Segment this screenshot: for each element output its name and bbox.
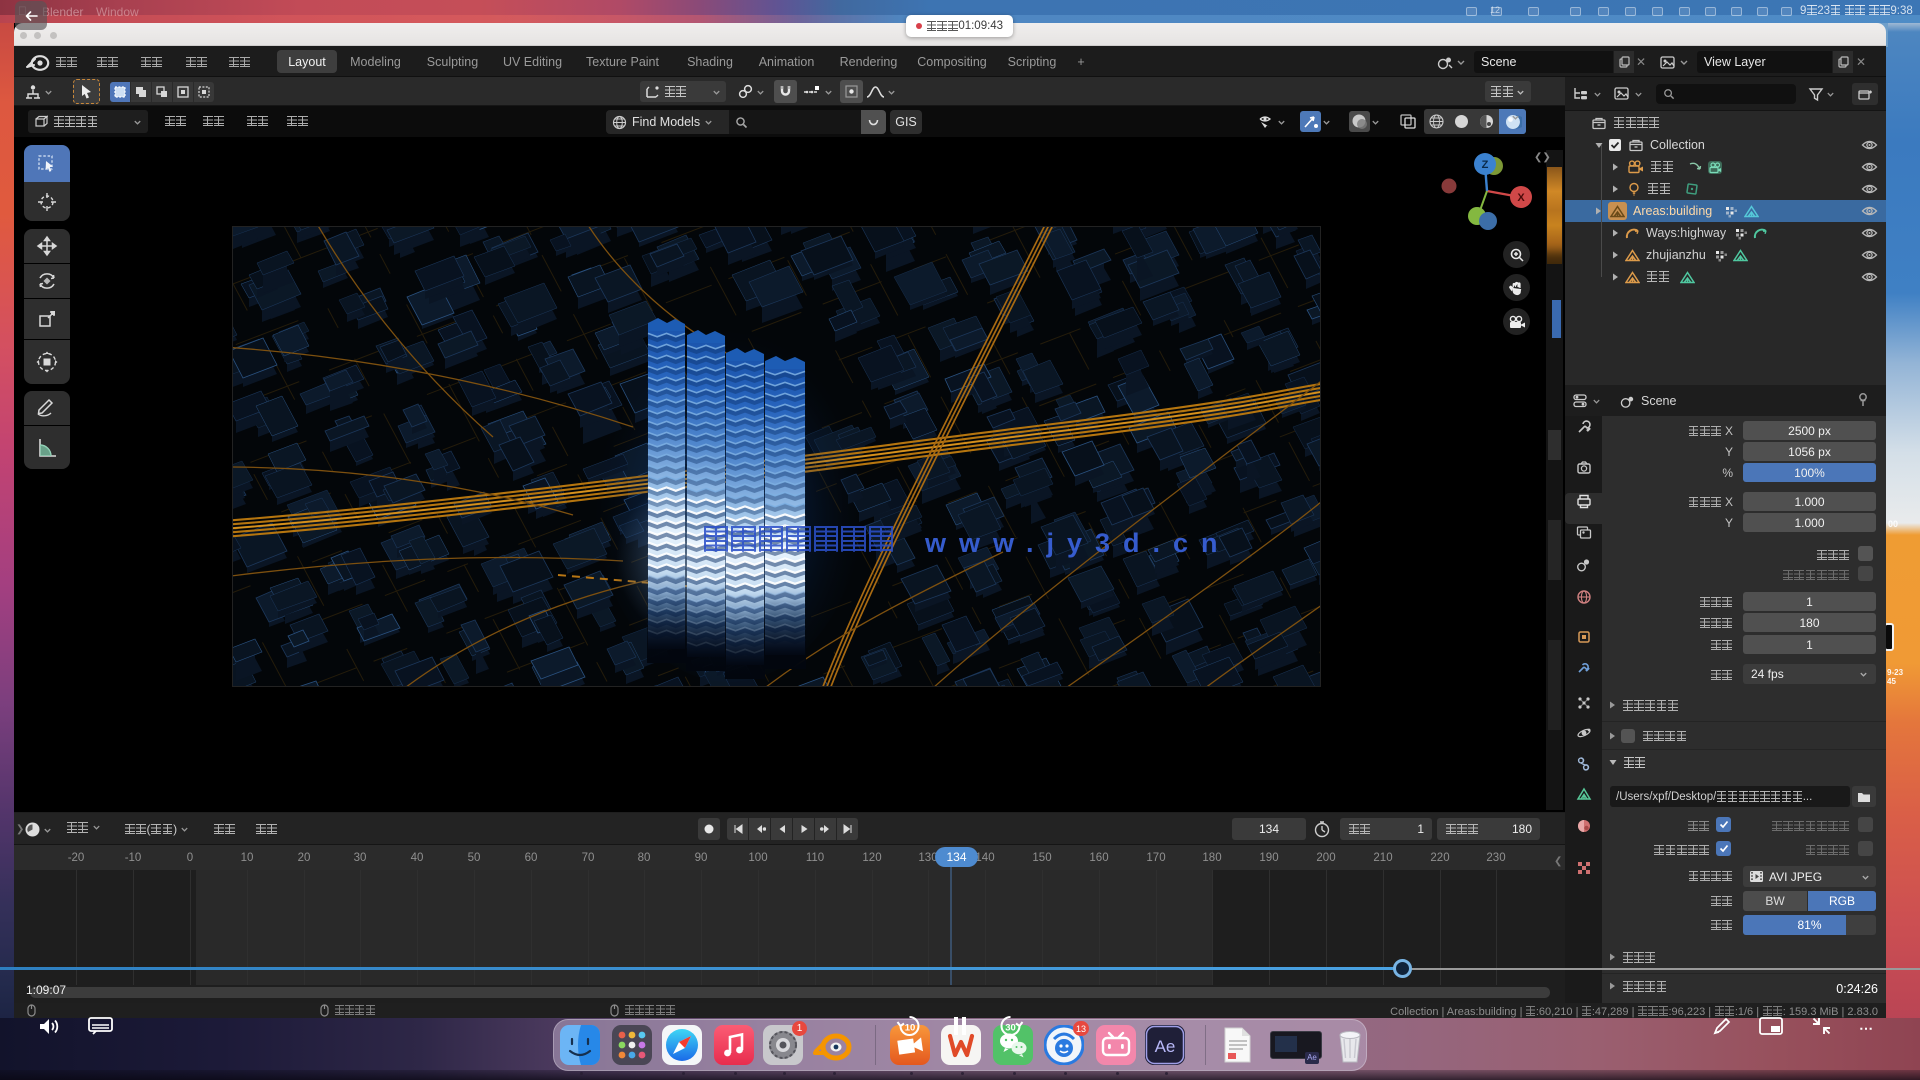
svg-text:30: 30 <box>1005 1023 1016 1034</box>
svg-text:Z: Z <box>1482 159 1489 171</box>
svg-text:X: X <box>1517 192 1525 204</box>
svg-text:10: 10 <box>905 1023 916 1034</box>
svg-text:Ae: Ae <box>1155 1037 1176 1056</box>
